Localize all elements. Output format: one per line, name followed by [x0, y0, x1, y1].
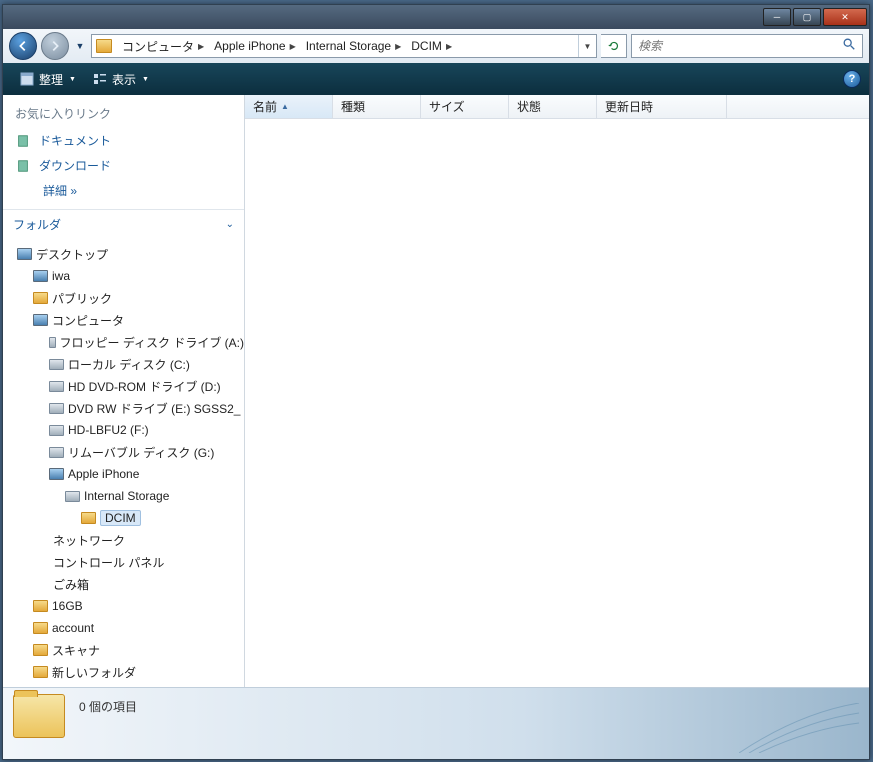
chevron-down-icon: ▼: [142, 76, 149, 83]
folder-icon: [81, 512, 96, 524]
link-icon: [15, 133, 31, 149]
file-list[interactable]: [245, 119, 869, 687]
drive-icon: [65, 491, 80, 502]
folder-icon: [33, 622, 48, 634]
tree-node[interactable]: リムーバブル ディスク (G:): [3, 441, 244, 463]
drive-icon: [49, 403, 64, 414]
breadcrumb-segment[interactable]: Apple iPhone▶: [208, 35, 300, 57]
titlebar: ─ ▢ ✕: [3, 5, 869, 29]
views-label: 表示: [112, 71, 136, 88]
address-dropdown[interactable]: ▼: [578, 35, 596, 57]
folders-header-label: フォルダ: [13, 216, 61, 233]
column-header: 名前▲種類サイズ状態更新日時: [245, 95, 869, 119]
mon-icon: [33, 314, 48, 326]
tree-node[interactable]: HD-LBFU2 (F:): [3, 419, 244, 441]
organize-icon: [19, 71, 35, 87]
folder-icon: [96, 39, 112, 53]
tree-node[interactable]: account: [3, 617, 244, 639]
breadcrumb-segment[interactable]: Internal Storage▶: [300, 35, 406, 57]
folder-icon: [33, 644, 48, 656]
drive-icon: [49, 337, 56, 348]
views-button[interactable]: 表示 ▼: [84, 66, 157, 92]
column-header-cell[interactable]: 名前▲: [245, 95, 333, 118]
tree-node[interactable]: デスクトップ: [3, 243, 244, 265]
command-bar: 整理 ▼ 表示 ▼ ?: [3, 63, 869, 95]
organize-label: 整理: [39, 71, 63, 88]
chevron-down-icon: ▼: [69, 76, 76, 83]
tree-node[interactable]: ごみ箱: [3, 573, 244, 595]
tree-node[interactable]: スキャナ: [3, 639, 244, 661]
mon-icon: [49, 468, 64, 480]
favorite-link[interactable]: ドキュメント: [3, 128, 244, 153]
tree-node[interactable]: Apple iPhone: [3, 463, 244, 485]
tree-node[interactable]: 新しいフォルダ: [3, 661, 244, 683]
mon-icon: [17, 248, 32, 260]
decoration: [739, 703, 859, 753]
drive-icon: [49, 425, 64, 436]
mon-icon: [33, 270, 48, 282]
column-header-cell[interactable]: 状態: [509, 95, 597, 118]
back-button[interactable]: [9, 32, 37, 60]
minimize-button[interactable]: ─: [763, 8, 791, 26]
tree-node[interactable]: ローカル ディスク (C:): [3, 353, 244, 375]
forward-button[interactable]: [41, 32, 69, 60]
tree-node[interactable]: ネットワーク: [3, 529, 244, 551]
net-icon: [33, 554, 49, 570]
favorites-header: お気に入りリンク: [3, 95, 244, 128]
close-button[interactable]: ✕: [823, 8, 867, 26]
net-icon: [33, 576, 49, 592]
tree-node[interactable]: HD DVD-ROM ドライブ (D:): [3, 375, 244, 397]
folder-icon: [33, 666, 48, 678]
maximize-button[interactable]: ▢: [793, 8, 821, 26]
chevron-down-icon: ⌄: [226, 219, 234, 230]
folder-tree: デスクトップiwaパブリックコンピュータフロッピー ディスク ドライブ (A:)…: [3, 239, 244, 687]
tree-node[interactable]: コントロール パネル: [3, 551, 244, 573]
net-icon: [33, 532, 49, 548]
tree-node[interactable]: 16GB: [3, 595, 244, 617]
tree-node[interactable]: DVD RW ドライブ (E:) SGSS2_: [3, 397, 244, 419]
folder-icon: [33, 292, 48, 304]
status-text: 0 個の項目: [79, 694, 137, 715]
breadcrumb-segment[interactable]: コンピュータ▶: [116, 35, 208, 57]
favorite-link[interactable]: ダウンロード: [3, 153, 244, 178]
column-header-cell[interactable]: 種類: [333, 95, 421, 118]
tree-node[interactable]: コンピュータ: [3, 309, 244, 331]
link-icon: [15, 158, 31, 174]
help-button[interactable]: ?: [843, 70, 861, 88]
refresh-button[interactable]: [601, 34, 627, 58]
body: お気に入りリンク ドキュメントダウンロード 詳細 » フォルダ ⌄ デスクトップ…: [3, 95, 869, 687]
nav-history-dropdown[interactable]: ▼: [73, 35, 87, 57]
folder-icon: [13, 694, 65, 738]
search-icon: [842, 37, 856, 56]
tree-node[interactable]: DCIM: [3, 507, 244, 529]
views-icon: [92, 71, 108, 87]
search-box[interactable]: [631, 34, 863, 58]
organize-button[interactable]: 整理 ▼: [11, 66, 84, 92]
explorer-window: ─ ▢ ✕ ▼ コンピュータ▶Apple iPhone▶Internal Sto…: [2, 4, 870, 760]
search-input[interactable]: [638, 39, 842, 53]
breadcrumb-segment[interactable]: DCIM▶: [405, 35, 456, 57]
favorites-more[interactable]: 詳細 »: [3, 178, 244, 209]
address-bar[interactable]: コンピュータ▶Apple iPhone▶Internal Storage▶DCI…: [91, 34, 597, 58]
column-header-cell[interactable]: サイズ: [421, 95, 509, 118]
tree-node[interactable]: iwa: [3, 265, 244, 287]
drive-icon: [49, 381, 64, 392]
details-pane: 0 個の項目: [3, 687, 869, 759]
folders-header[interactable]: フォルダ ⌄: [3, 209, 244, 239]
sidebar: お気に入りリンク ドキュメントダウンロード 詳細 » フォルダ ⌄ デスクトップ…: [3, 95, 245, 687]
tree-node[interactable]: パブリック: [3, 287, 244, 309]
tree-node[interactable]: フロッピー ディスク ドライブ (A:): [3, 331, 244, 353]
drive-icon: [49, 359, 64, 370]
address-row: ▼ コンピュータ▶Apple iPhone▶Internal Storage▶D…: [3, 29, 869, 63]
column-header-cell[interactable]: 更新日時: [597, 95, 727, 118]
content-pane: 名前▲種類サイズ状態更新日時: [245, 95, 869, 687]
drive-icon: [49, 447, 64, 458]
tree-node[interactable]: Internal Storage: [3, 485, 244, 507]
folder-icon: [33, 600, 48, 612]
